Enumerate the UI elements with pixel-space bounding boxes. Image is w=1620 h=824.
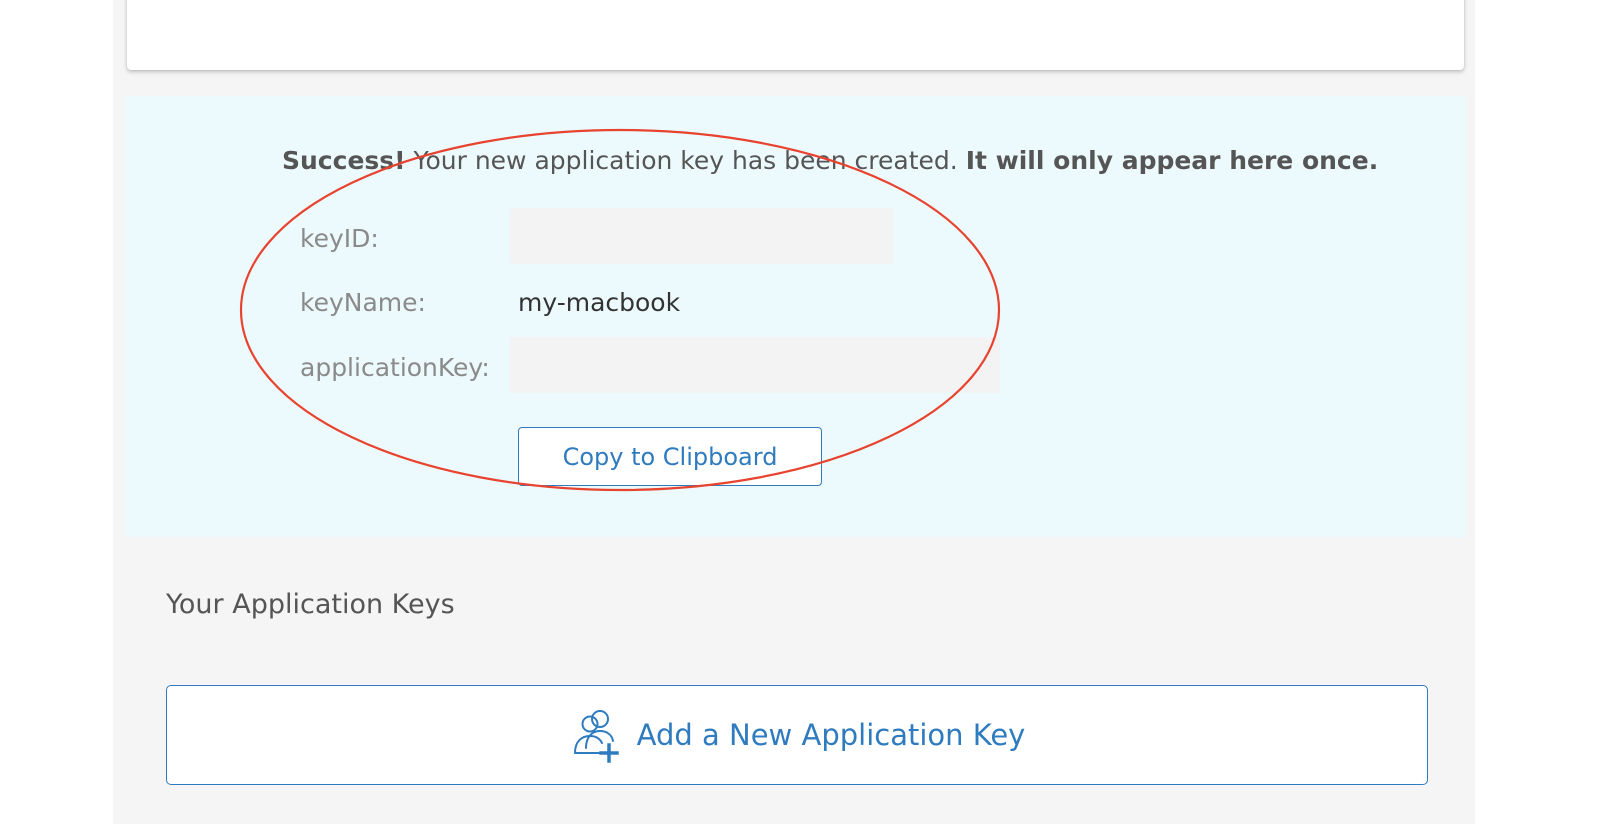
key-name-value: my-macbook <box>518 288 681 317</box>
key-id-value-field[interactable] <box>510 208 893 264</box>
top-card <box>127 0 1464 70</box>
application-key-value-field[interactable] <box>510 337 1000 393</box>
copy-to-clipboard-button[interactable]: Copy to Clipboard <box>518 427 822 486</box>
add-key-button-label: Add a New Application Key <box>636 718 1026 752</box>
section-title: Your Application Keys <box>166 589 455 620</box>
success-strong-suffix: It will only appear here once. <box>965 146 1379 175</box>
success-strong-prefix: Success! <box>282 146 406 175</box>
application-key-label: applicationKey: <box>300 353 490 382</box>
key-id-label: keyID: <box>300 224 379 253</box>
add-users-icon <box>569 707 623 763</box>
success-message-text: Your new application key has been create… <box>405 146 966 175</box>
add-new-application-key-button[interactable]: Add a New Application Key <box>166 685 1428 785</box>
success-message: Success! Your new application key has be… <box>282 144 1378 178</box>
key-name-label: keyName: <box>300 288 426 317</box>
